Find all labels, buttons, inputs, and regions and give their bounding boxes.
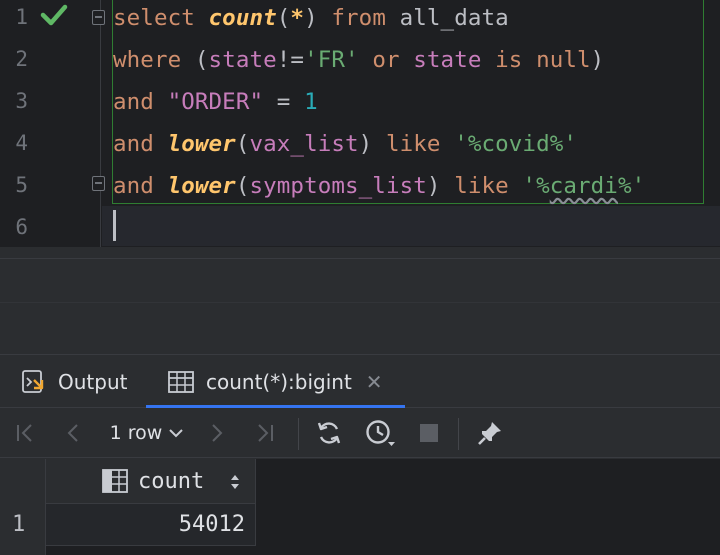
toolbar-separator (458, 418, 459, 450)
tab-result-label: count(*):bigint (206, 369, 352, 394)
code-token: * (290, 5, 305, 31)
code-token: is null (481, 47, 591, 73)
history-button[interactable] (360, 408, 400, 458)
column-icon (102, 469, 128, 493)
code-token: all_data (399, 5, 509, 31)
code-token: ( (235, 131, 250, 157)
services-tabbar: Output count(*):bigint ✕ (0, 354, 720, 408)
close-icon[interactable]: ✕ (366, 370, 383, 394)
previous-page-button[interactable] (58, 408, 88, 458)
row-count-label: 1 row (109, 422, 163, 444)
code-token: or (358, 47, 414, 73)
code-token: = (263, 89, 305, 115)
chevron-down-icon (169, 429, 184, 438)
code-token: symptoms_list (249, 173, 427, 199)
first-page-button[interactable] (10, 408, 40, 458)
code-token: ( (276, 5, 291, 31)
code-token: ( (235, 173, 250, 199)
chevron-left-icon (67, 424, 78, 442)
row-number: 1 (12, 512, 26, 537)
code-token: ) (590, 47, 605, 73)
fold-start-icon[interactable] (92, 10, 105, 25)
line-number: 3 (15, 89, 28, 113)
code-token: where (113, 47, 195, 73)
code-token: "ORDER" (167, 89, 264, 115)
pin-icon (478, 422, 501, 445)
text-caret (113, 210, 116, 241)
output-icon (22, 369, 44, 393)
fold-end-icon[interactable] (92, 176, 105, 191)
tab-output[interactable]: Output (22, 355, 127, 408)
code-token: ( (194, 47, 209, 73)
sort-icon[interactable] (229, 473, 241, 491)
code-line-1: select count(*) from all_data (113, 1, 509, 35)
stop-button[interactable] (414, 408, 444, 458)
column-header-count[interactable]: count (46, 459, 256, 504)
code-token: like (385, 131, 455, 157)
code-token: from (331, 5, 400, 31)
code-token: '%covid%' (454, 131, 578, 157)
refresh-icon (317, 422, 341, 444)
table-cell[interactable]: 54012 (46, 504, 256, 546)
code-token: ) (426, 173, 455, 199)
sql-editor[interactable]: 1 2 3 4 5 6 select count(*) from all_dat… (0, 0, 720, 247)
panel-divider (0, 302, 720, 303)
table-icon (168, 370, 194, 393)
code-line-3: and "ORDER" = 1 (113, 85, 318, 119)
code-token: state (413, 47, 482, 73)
tab-output-label: Output (58, 369, 128, 394)
code-token: and (113, 131, 168, 157)
check-icon[interactable] (40, 3, 68, 27)
next-page-button[interactable] (202, 408, 232, 458)
line-number: 1 (15, 5, 28, 29)
row-count-dropdown[interactable]: 1 row (106, 408, 188, 458)
code-token: and (113, 173, 168, 199)
code-token: 1 (304, 89, 318, 115)
code-token: ) (304, 5, 332, 31)
code-line-2: where (state!='FR' or state is null) (113, 43, 604, 77)
code-line-4: and lower(vax_list) like '%covid%' (113, 127, 577, 161)
code-token: '% (522, 173, 550, 199)
code-token: ) (358, 131, 386, 157)
code-token: lower (167, 131, 236, 157)
refresh-button[interactable] (312, 408, 346, 458)
code-token: 'FR' (304, 47, 359, 73)
stop-icon (420, 424, 438, 442)
code-token: like (454, 173, 523, 199)
code-token: cardi (549, 173, 618, 199)
code-token: count (208, 5, 277, 31)
last-page-button[interactable] (250, 408, 280, 458)
tab-result[interactable]: count(*):bigint ✕ (146, 355, 405, 408)
code-token: %' (617, 173, 646, 199)
line-number: 2 (15, 47, 28, 71)
code-line-5: and lower(symptoms_list) like '%cardi%' (113, 169, 645, 203)
current-line-highlight (102, 206, 720, 246)
code-token: and (113, 89, 168, 115)
chevron-right-icon (212, 424, 223, 442)
code-token: lower (167, 173, 236, 199)
editor-gutter: 1 2 3 4 5 6 (0, 0, 105, 247)
code-token: != (276, 47, 305, 73)
line-number: 4 (15, 131, 28, 155)
line-number: 5 (15, 173, 28, 197)
column-header-label: count (138, 469, 205, 494)
first-page-icon (17, 424, 32, 442)
history-icon (366, 420, 395, 446)
empty-panel (0, 259, 720, 355)
toolbar-separator (298, 418, 299, 450)
pin-tab-button[interactable] (472, 408, 508, 458)
result-toolbar: 1 row (0, 408, 720, 458)
code-token: state (208, 47, 277, 73)
code-token: vax_list (249, 131, 359, 157)
line-number: 6 (15, 215, 28, 239)
code-token: select (113, 5, 209, 31)
last-page-icon (258, 424, 273, 442)
